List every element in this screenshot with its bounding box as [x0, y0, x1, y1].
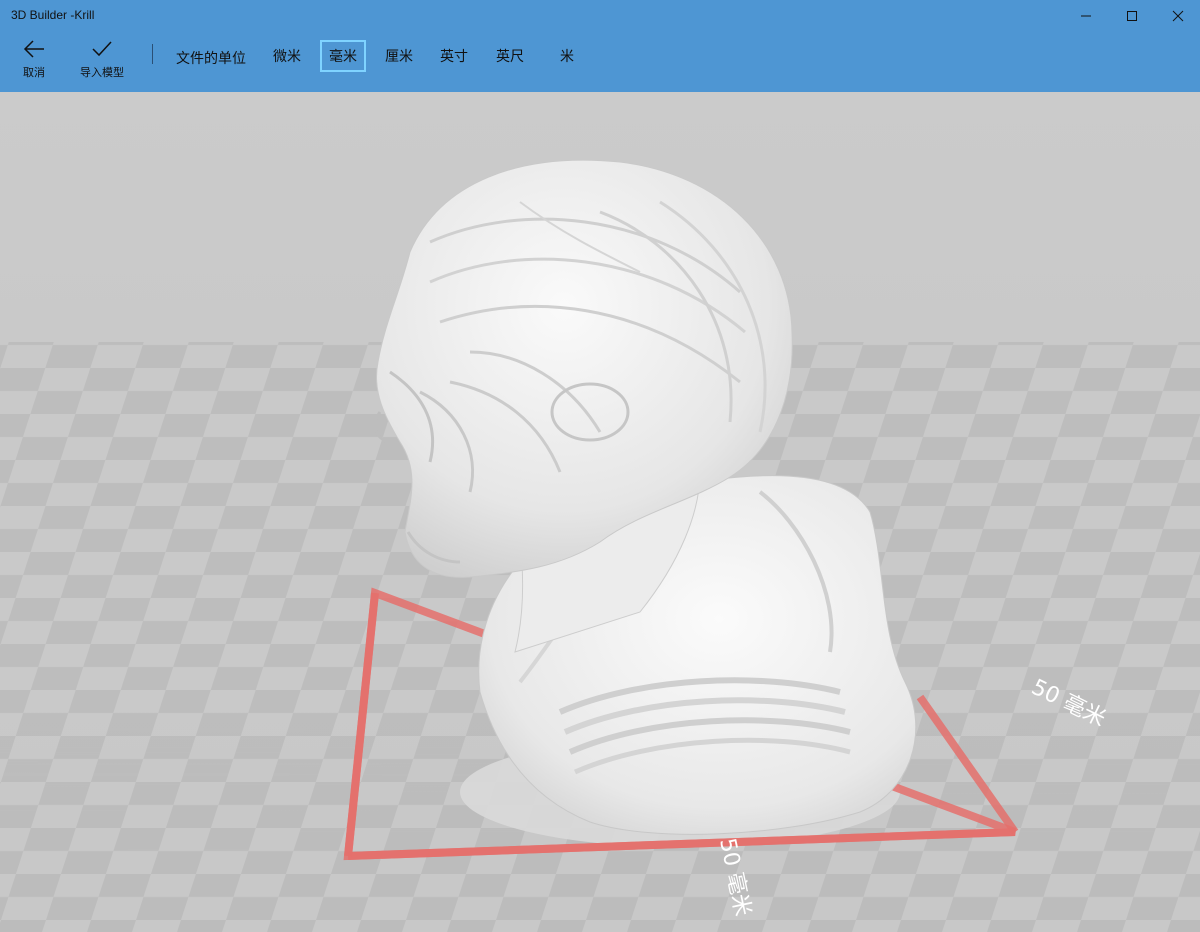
maximize-button[interactable] — [1109, 0, 1155, 32]
import-model-button[interactable]: 导入模型 — [72, 34, 132, 88]
unit-centimeter[interactable]: 厘米 — [378, 40, 420, 72]
import-model-label: 导入模型 — [80, 66, 124, 79]
file-units-label: 文件的单位 — [176, 51, 246, 67]
close-button[interactable] — [1155, 0, 1200, 32]
minimize-icon — [1081, 15, 1091, 17]
title-bar: 3D Builder -Krill — [0, 0, 1200, 32]
close-icon — [1172, 10, 1184, 22]
unit-millimeter[interactable]: 毫米 — [320, 40, 366, 72]
ribbon: 取消 导入模型 文件的单位 微米 毫米 厘米 英寸 英尺 米 — [0, 32, 1200, 92]
minimize-button[interactable] — [1063, 0, 1109, 32]
3d-viewport[interactable]: 50 毫米 50 毫米 — [0, 92, 1200, 932]
unit-foot[interactable]: 英尺 — [489, 40, 531, 72]
maximize-icon — [1127, 11, 1137, 21]
cancel-label: 取消 — [23, 66, 45, 79]
window-title: 3D Builder -Krill — [11, 8, 95, 22]
unit-meter[interactable]: 米 — [550, 40, 584, 72]
back-arrow-icon — [23, 40, 44, 58]
unit-micrometer[interactable]: 微米 — [266, 40, 308, 72]
unit-inch[interactable]: 英寸 — [433, 40, 475, 72]
app-header: 3D Builder -Krill 取消 导入模型 文件的单位 微米 毫米 厘米… — [0, 0, 1200, 92]
cancel-button[interactable]: 取消 — [14, 34, 54, 88]
checkmark-icon — [92, 41, 112, 57]
scene-canvas[interactable]: 50 毫米 50 毫米 — [0, 92, 1200, 932]
toolbar-divider — [152, 44, 153, 64]
